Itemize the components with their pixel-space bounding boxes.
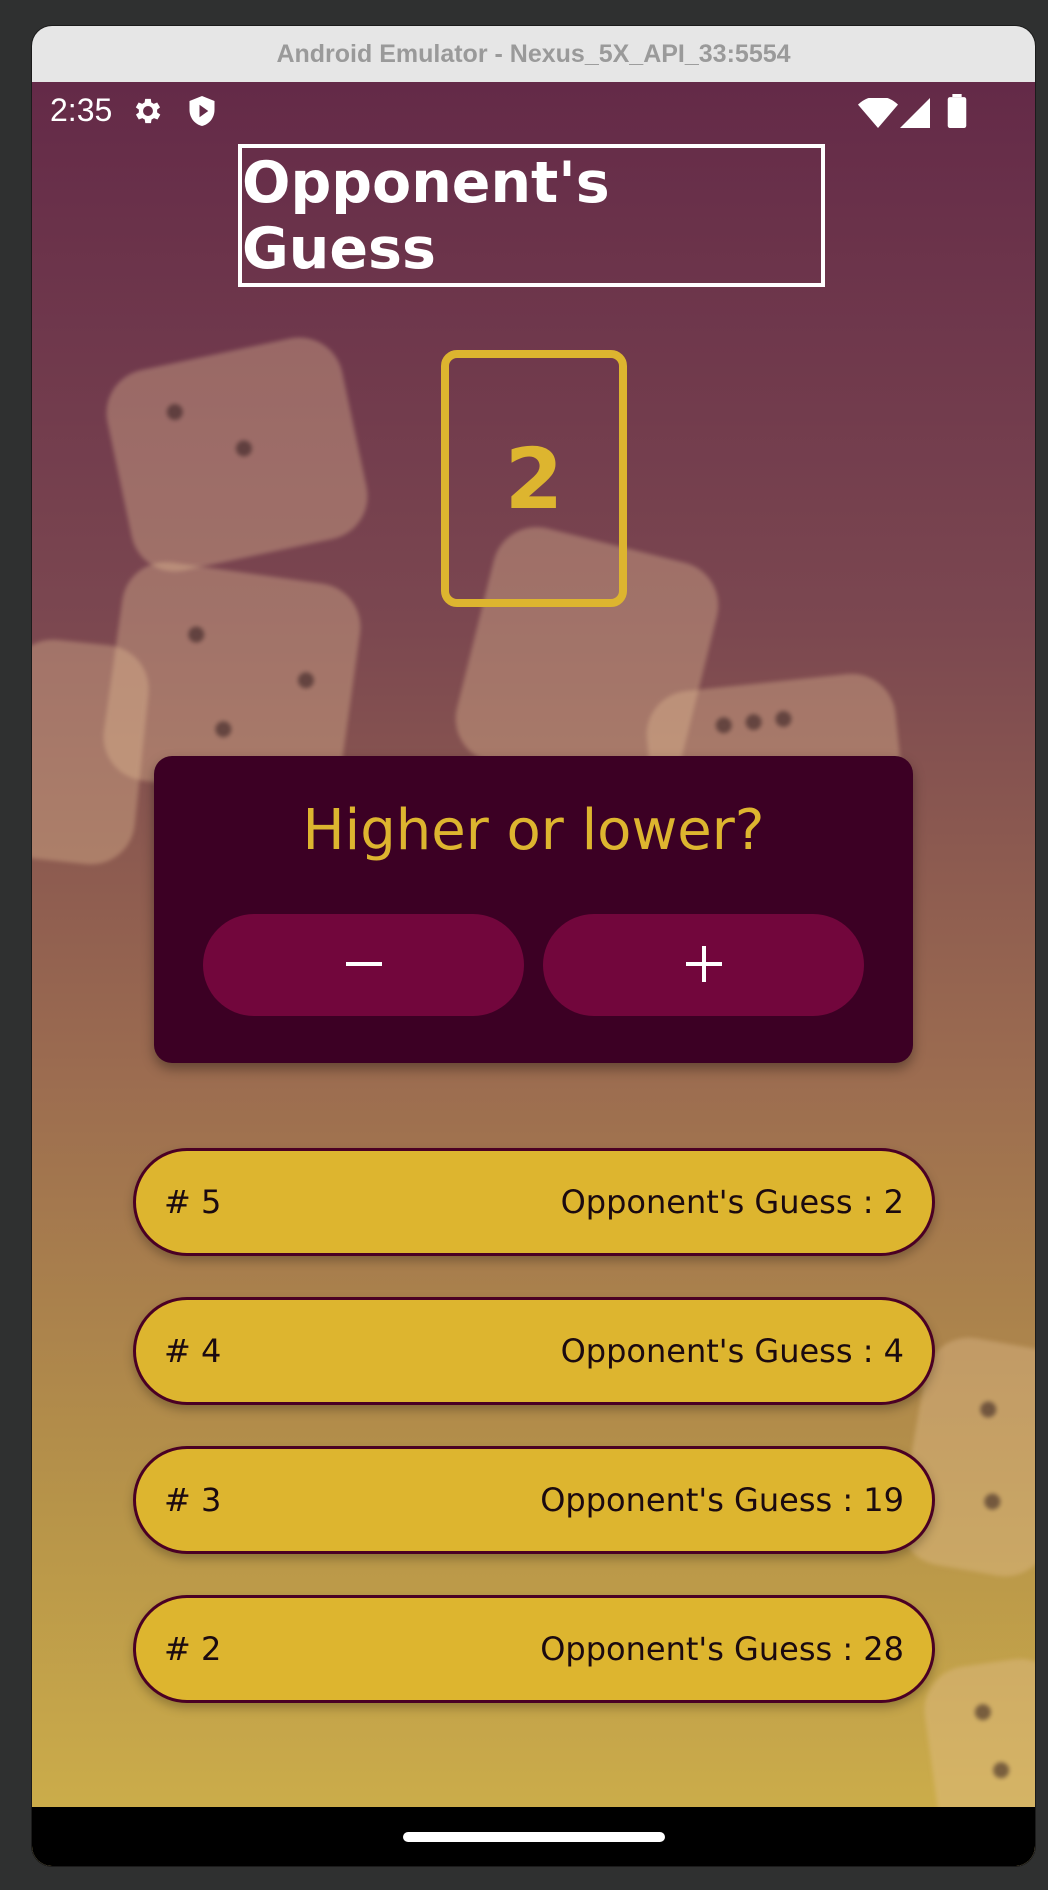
- guess-round-label: # 5: [164, 1183, 222, 1221]
- current-guess-number: 2: [504, 429, 564, 528]
- higher-lower-card: Higher or lower?: [154, 756, 913, 1063]
- emulator-window: Android Emulator - Nexus_5X_API_33:5554: [32, 26, 1035, 1866]
- status-time: 2:35: [50, 92, 113, 128]
- plus-icon: [684, 944, 724, 987]
- guess-log-item: # 4 Opponent's Guess : 4: [133, 1297, 935, 1405]
- home-gesture-handle[interactable]: [403, 1832, 665, 1842]
- guess-round-label: # 2: [164, 1630, 222, 1668]
- page-title-text: Opponent's Guess: [242, 149, 610, 282]
- background-die: [98, 329, 376, 580]
- guess-value-label: Opponent's Guess : 28: [540, 1630, 904, 1668]
- status-bar: 2:35: [32, 82, 1035, 140]
- higher-button[interactable]: [543, 914, 864, 1016]
- background-die: [32, 635, 154, 869]
- navigation-bar: [32, 1807, 1035, 1866]
- signal-icon: [900, 98, 930, 132]
- phone-screen: 2:35 Opponent's Guess 2 Higher or lower?…: [32, 82, 1035, 1866]
- current-guess-box: 2: [441, 350, 627, 607]
- lower-button[interactable]: [203, 914, 524, 1016]
- shield-icon: [187, 94, 217, 132]
- guess-log-item: # 2 Opponent's Guess : 28: [133, 1595, 935, 1703]
- higher-lower-prompt: Higher or lower?: [302, 798, 765, 863]
- window-title: Android Emulator - Nexus_5X_API_33:5554: [276, 39, 791, 68]
- guess-value-label: Opponent's Guess : 4: [560, 1332, 904, 1370]
- page-title: Opponent's Guess: [238, 144, 825, 287]
- minus-icon: [344, 944, 384, 987]
- guess-value-label: Opponent's Guess : 2: [560, 1183, 904, 1221]
- guess-round-label: # 4: [164, 1332, 222, 1370]
- guess-value-label: Opponent's Guess : 19: [540, 1481, 904, 1519]
- guess-log-item: # 3 Opponent's Guess : 19: [133, 1446, 935, 1554]
- guess-log-item: # 5 Opponent's Guess : 2: [133, 1148, 935, 1256]
- window-titlebar: Android Emulator - Nexus_5X_API_33:5554: [32, 26, 1035, 83]
- guess-round-label: # 3: [164, 1481, 222, 1519]
- wifi-icon: [858, 96, 898, 132]
- battery-icon: [947, 94, 967, 132]
- settings-gear-icon: [131, 94, 165, 132]
